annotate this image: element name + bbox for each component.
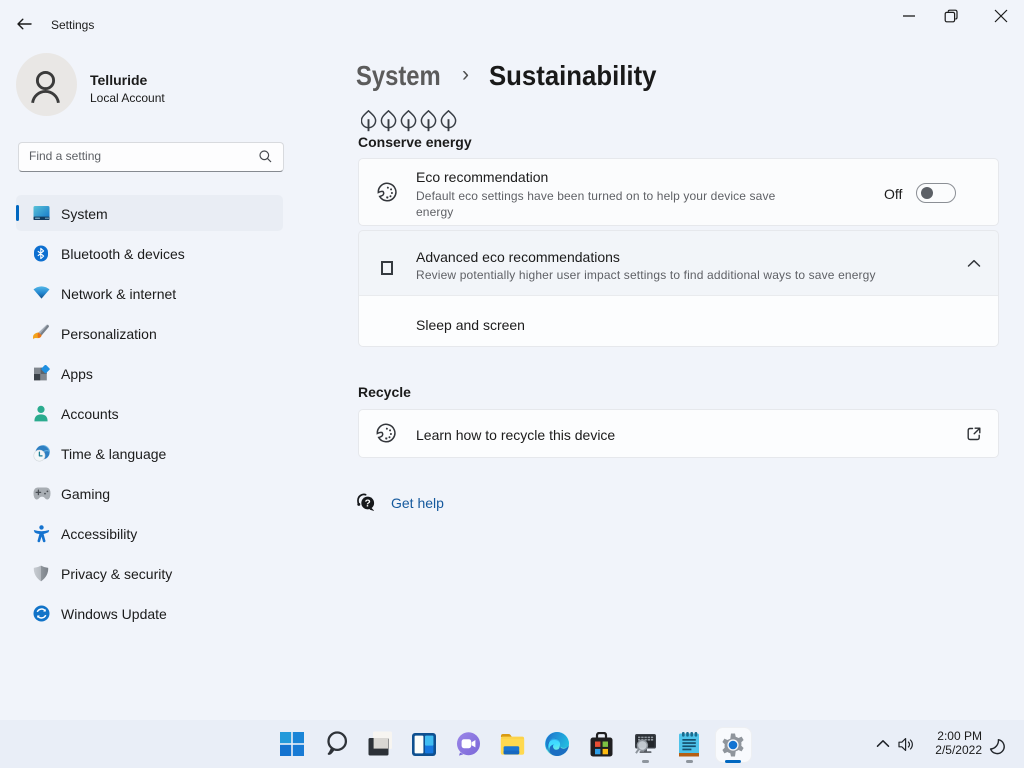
- svg-text:?: ?: [365, 499, 371, 510]
